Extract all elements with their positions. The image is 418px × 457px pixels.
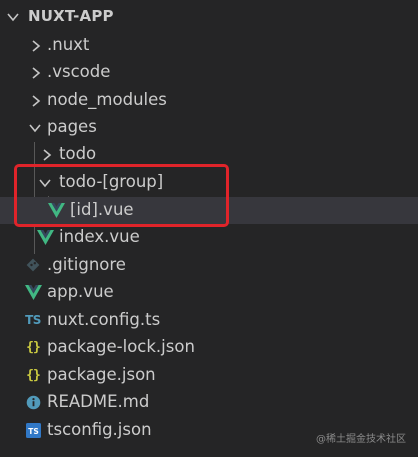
tree-item-todo-folder[interactable]: todo — [0, 141, 418, 168]
tree-item-label: node_modules — [47, 90, 167, 109]
tsconfig-icon: TS — [24, 421, 42, 439]
tree-item-label: todo-[group] — [59, 172, 164, 191]
chevron-right-icon — [43, 149, 52, 161]
tree-item-label: .vscode — [47, 62, 111, 81]
vue-icon — [36, 228, 54, 246]
file-explorer: NUXT-APP .nuxt .vscode node_modules page… — [0, 0, 418, 457]
tree-item-label: package.json — [47, 365, 156, 384]
watermark-text: @稀土掘金技术社区 — [316, 434, 406, 445]
tsconfig-icon-text: TS — [28, 427, 39, 436]
tree-item-label: nuxt.config.ts — [47, 310, 161, 329]
vue-icon — [47, 201, 65, 219]
chevron-down-icon — [39, 179, 51, 188]
chevron-down-icon — [29, 124, 41, 133]
chevron-down-icon — [7, 13, 19, 22]
chevron-right-icon — [32, 95, 41, 107]
tree-item-nuxt-folder[interactable]: .nuxt — [0, 32, 418, 59]
tree-item-readme-file[interactable]: README.md — [0, 389, 418, 416]
tree-item-package-lock-file[interactable]: {} package-lock.json — [0, 334, 418, 361]
tree-item-label: app.vue — [47, 282, 114, 301]
tree-item-pages-folder[interactable]: pages — [0, 114, 418, 141]
tree-item-label: todo — [59, 144, 97, 163]
tree-item-gitignore-file[interactable]: .gitignore — [0, 252, 418, 279]
explorer-root-folder[interactable]: NUXT-APP — [0, 4, 418, 30]
tree-item-label: pages — [47, 117, 97, 136]
tree-item-label: README.md — [47, 392, 150, 411]
tree-item-label: package-lock.json — [47, 337, 195, 356]
tree-item-label: tsconfig.json — [47, 420, 152, 439]
tree-item-label: index.vue — [59, 227, 140, 246]
json-icon: {} — [26, 339, 41, 355]
tree-item-label: .nuxt — [47, 35, 90, 54]
chevron-right-icon — [32, 67, 41, 79]
chevron-right-icon — [32, 40, 41, 52]
tree-item-package-json-file[interactable]: {} package.json — [0, 362, 418, 389]
tree-item-nuxt-config-file[interactable]: TS nuxt.config.ts — [0, 307, 418, 334]
tree-item-label: .gitignore — [47, 255, 126, 274]
vue-icon — [24, 283, 42, 301]
tree-item-id-vue-file[interactable]: [id].vue — [0, 197, 418, 224]
json-icon: {} — [26, 367, 41, 383]
info-icon — [24, 393, 42, 411]
tree-item-label: [id].vue — [70, 200, 134, 219]
typescript-icon: TS — [25, 313, 41, 327]
explorer-root-label: NUXT-APP — [28, 7, 114, 25]
tree-item-node-modules-folder[interactable]: node_modules — [0, 87, 418, 114]
git-icon — [24, 256, 42, 274]
tree-item-vscode-folder[interactable]: .vscode — [0, 59, 418, 86]
tree-item-app-vue-file[interactable]: app.vue — [0, 279, 418, 306]
tree-item-todo-group-folder[interactable]: todo-[group] — [0, 169, 418, 196]
tree-item-index-vue-file[interactable]: index.vue — [0, 224, 418, 251]
